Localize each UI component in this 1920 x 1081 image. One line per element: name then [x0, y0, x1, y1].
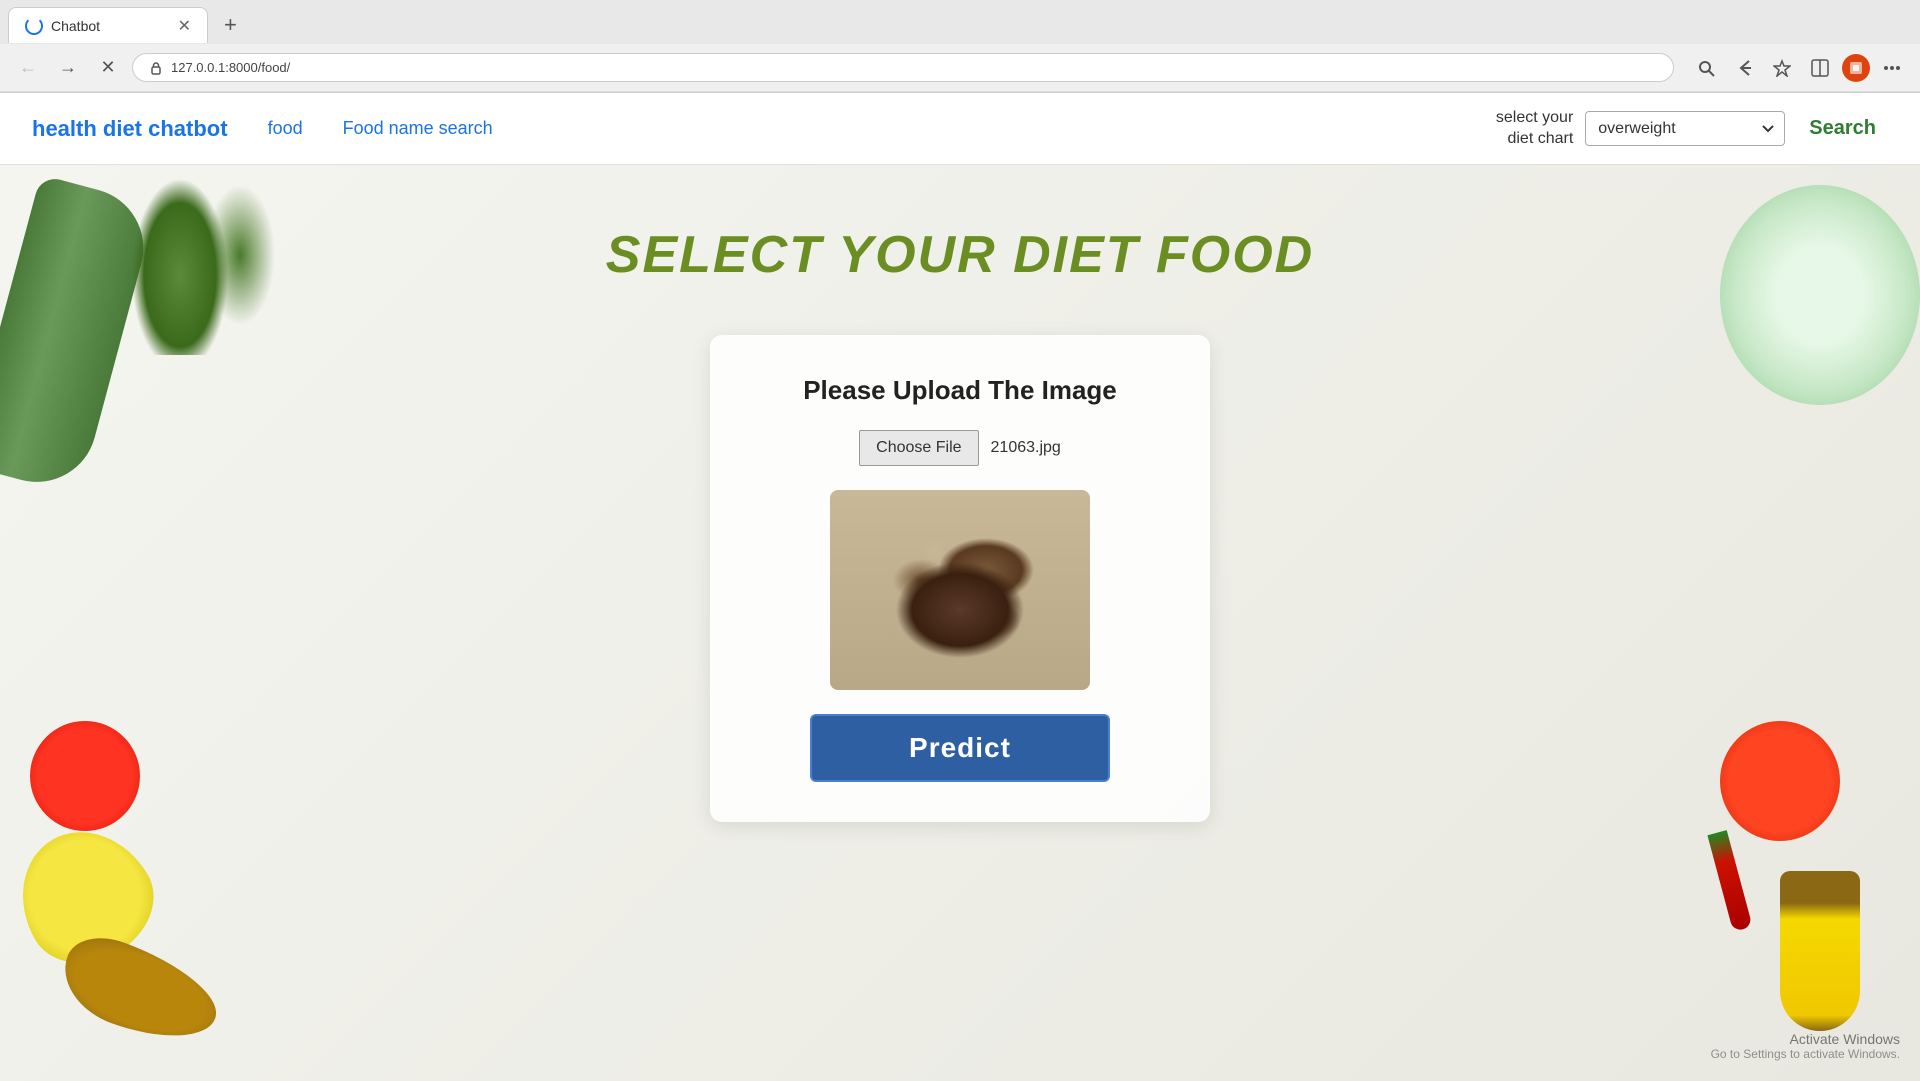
- tab-close-button[interactable]: ✕: [178, 16, 191, 36]
- share-icon: [1735, 59, 1753, 77]
- food-image: [830, 490, 1090, 690]
- browser-chrome: Chatbot ✕ + ← → ✕ 127.0.0.1:8000/food/: [0, 0, 1920, 93]
- watermark-line2: Go to Settings to activate Windows.: [1711, 1047, 1900, 1061]
- windows-watermark: Activate Windows Go to Settings to activ…: [1711, 1031, 1900, 1061]
- corn-decoration: [1780, 871, 1860, 1031]
- watermark-line1: Activate Windows: [1711, 1031, 1900, 1047]
- profile-avatar[interactable]: [1842, 54, 1870, 82]
- back-button[interactable]: ←: [12, 52, 44, 84]
- nav-icons: [1690, 52, 1908, 84]
- extensions-icon: [1848, 60, 1864, 76]
- split-screen-button[interactable]: [1804, 52, 1836, 84]
- split-icon: [1811, 59, 1829, 77]
- tab-bar: Chatbot ✕ +: [0, 0, 1920, 44]
- app-container: health diet chatbot food Food name searc…: [0, 93, 1920, 1081]
- new-tab-button[interactable]: +: [216, 8, 245, 42]
- address-bar[interactable]: 127.0.0.1:8000/food/: [132, 53, 1674, 82]
- magnify-icon: [1697, 59, 1715, 77]
- share-icon-button[interactable]: [1728, 52, 1760, 84]
- ginger-decoration: [51, 926, 229, 1056]
- menu-button[interactable]: [1876, 52, 1908, 84]
- address-text: 127.0.0.1:8000/food/: [171, 60, 290, 75]
- background-area: SELECT YOUR DIET FOOD Please Upload The …: [0, 165, 1920, 1081]
- file-input-row: Choose File 21063.jpg: [859, 430, 1061, 466]
- choose-file-button[interactable]: Choose File: [859, 430, 978, 466]
- bookmark-icon-button[interactable]: [1766, 52, 1798, 84]
- browser-tab[interactable]: Chatbot ✕: [8, 7, 208, 43]
- forward-button[interactable]: →: [52, 52, 84, 84]
- reload-button[interactable]: ✕: [92, 52, 124, 84]
- diet-chart-select[interactable]: overweight underweight normal: [1585, 111, 1785, 146]
- upload-card: Please Upload The Image Choose File 2106…: [710, 335, 1210, 822]
- app-navbar: health diet chatbot food Food name searc…: [0, 93, 1920, 165]
- chili-decoration: [1707, 830, 1752, 932]
- lock-icon: [149, 61, 163, 75]
- diet-chart-label: select yourdiet chart: [1496, 108, 1573, 150]
- page-title: SELECT YOUR DIET FOOD: [606, 225, 1314, 285]
- food-name-search-link[interactable]: Food name search: [343, 118, 493, 139]
- file-name-display: 21063.jpg: [991, 439, 1061, 457]
- content-area: SELECT YOUR DIET FOOD Please Upload The …: [0, 165, 1920, 822]
- lemon-decoration: [0, 807, 174, 985]
- food-nav-link[interactable]: food: [268, 118, 303, 139]
- search-button[interactable]: Search: [1797, 111, 1888, 146]
- star-icon: [1773, 59, 1791, 77]
- tab-loading-spinner: [25, 17, 43, 35]
- nav-bar: ← → ✕ 127.0.0.1:8000/food/: [0, 44, 1920, 92]
- diet-chart-section: select yourdiet chart overweight underwe…: [1496, 108, 1888, 150]
- predict-button[interactable]: Predict: [810, 714, 1110, 782]
- search-icon-button[interactable]: [1690, 52, 1722, 84]
- upload-label: Please Upload The Image: [803, 375, 1117, 406]
- brand-link[interactable]: health diet chatbot: [32, 116, 228, 142]
- tab-title: Chatbot: [51, 18, 100, 34]
- ellipsis-icon: [1883, 59, 1901, 77]
- food-image-container: [830, 490, 1090, 690]
